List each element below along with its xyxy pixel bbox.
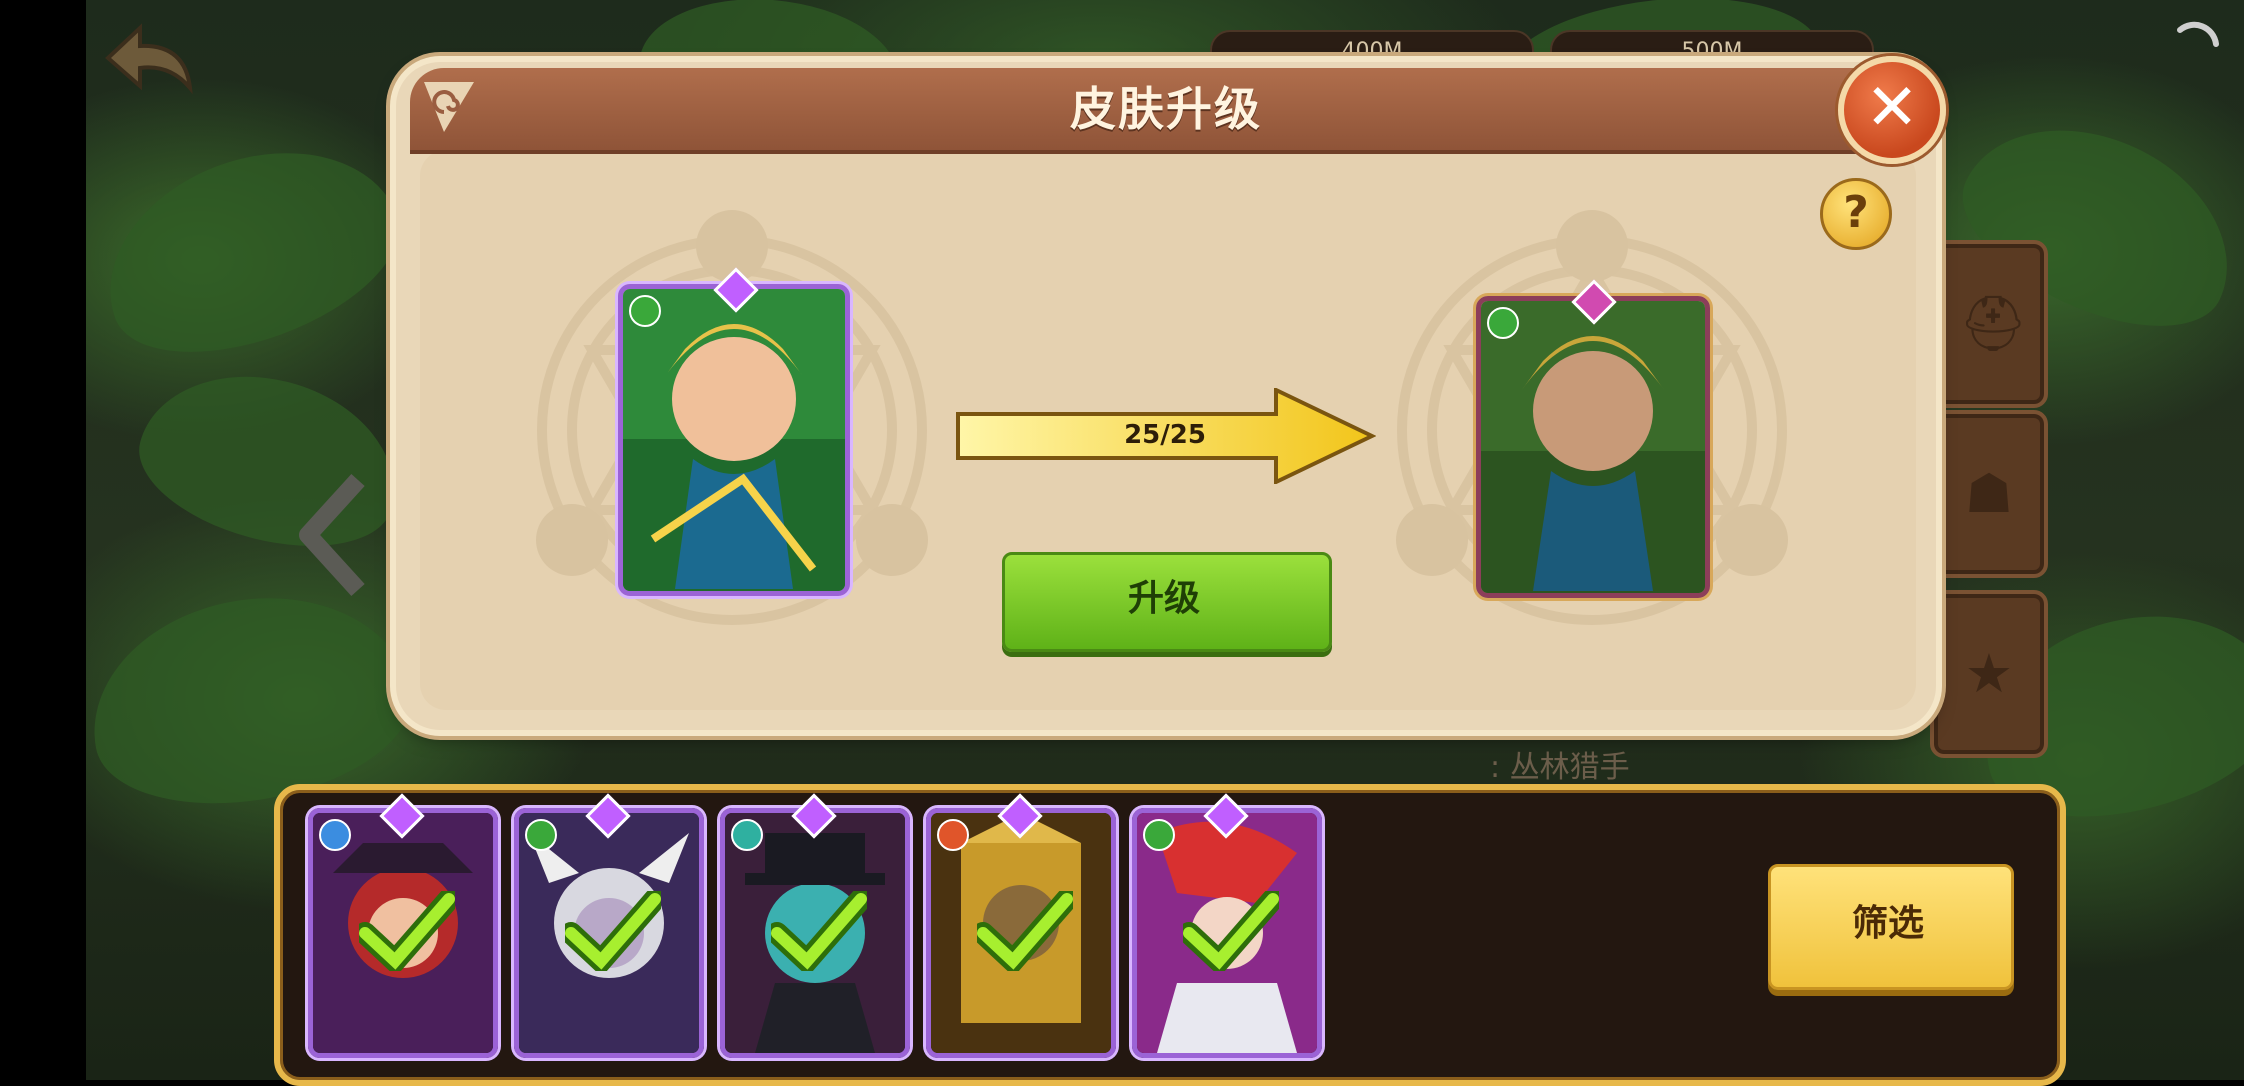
hero-portrait-upgraded xyxy=(1481,301,1705,593)
filter-button-label: 筛选 xyxy=(1851,903,1924,944)
fire-element-icon xyxy=(937,819,969,851)
material-slot-5[interactable] xyxy=(1132,808,1322,1058)
material-slot-1[interactable] xyxy=(308,808,498,1058)
helmet-icon: ⛑ xyxy=(1959,292,2028,355)
dialog-title: 皮肤升级 xyxy=(1070,82,1262,136)
checkmark-icon xyxy=(565,891,661,971)
star-icon: ★ xyxy=(1964,642,2014,705)
material-slot-3[interactable] xyxy=(720,808,910,1058)
hero-portrait xyxy=(623,289,845,591)
current-skin-card xyxy=(618,284,850,596)
material-slot-4[interactable] xyxy=(926,808,1116,1058)
checkmark-icon xyxy=(1183,891,1279,971)
side-tab-mask[interactable]: ☗ xyxy=(1930,410,2048,578)
back-arrow-icon xyxy=(105,23,193,95)
checkmark-icon xyxy=(359,891,455,971)
side-tab-star[interactable]: ★ xyxy=(1930,590,2048,758)
hero-class-label: : 丛林猎手 xyxy=(1490,750,1630,785)
forest-element-icon xyxy=(629,295,661,327)
close-button[interactable]: ✕ xyxy=(1838,56,1946,164)
water-element-icon xyxy=(319,819,351,851)
side-tab-helmet[interactable]: ⛑ xyxy=(1930,240,2048,408)
back-button[interactable] xyxy=(100,18,200,98)
help-icon: ? xyxy=(1843,187,1869,238)
previous-hero-arrow[interactable] xyxy=(290,470,370,600)
upgrade-button-label: 升级 xyxy=(1127,578,1200,619)
material-slot-2[interactable] xyxy=(514,808,704,1058)
close-icon: ✕ xyxy=(1865,71,1919,145)
upgrade-progress: 25/25 xyxy=(1124,420,1206,450)
forest-element-icon xyxy=(1487,307,1519,339)
checkmark-icon xyxy=(771,891,867,971)
forest-element-icon xyxy=(1143,819,1175,851)
forest-element-icon xyxy=(525,819,557,851)
upgraded-skin-card xyxy=(1476,296,1710,598)
swirl-icon xyxy=(414,72,484,142)
checkmark-icon xyxy=(977,891,1073,971)
mask-icon: ☗ xyxy=(1964,462,2014,525)
undead-element-icon xyxy=(731,819,763,851)
help-button[interactable]: ? xyxy=(1820,178,1892,250)
chevron-left-icon xyxy=(299,473,365,597)
screen-left-edge xyxy=(0,0,86,1080)
loading-icon xyxy=(2172,14,2222,64)
